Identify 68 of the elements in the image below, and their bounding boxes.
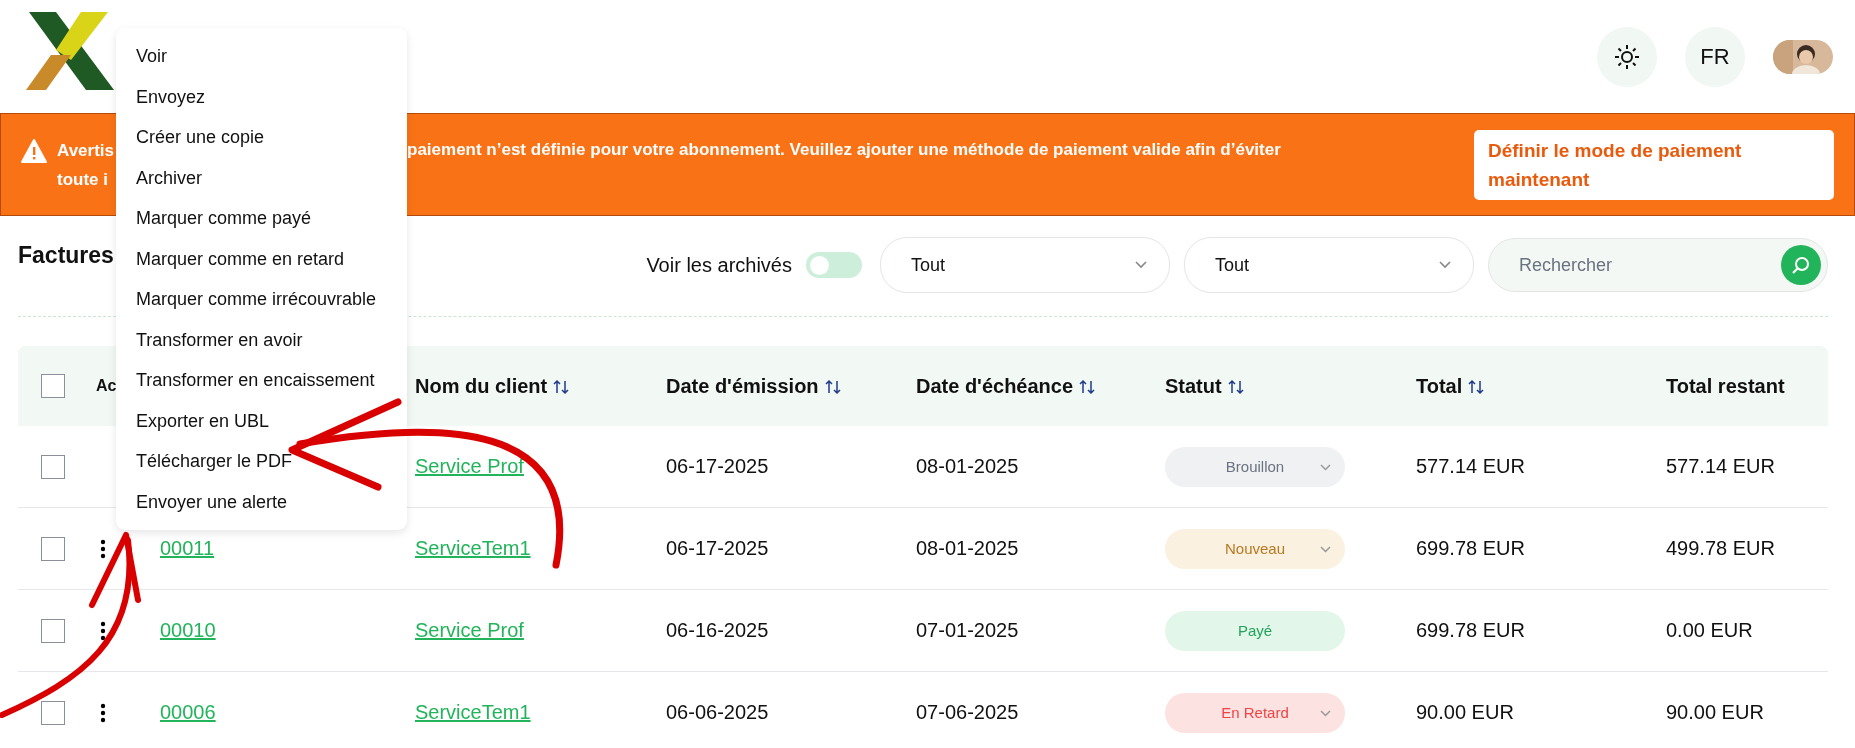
menu-item[interactable]: Voir xyxy=(116,36,407,77)
menu-item[interactable]: Archiver xyxy=(116,157,407,198)
chevron-icon xyxy=(1320,545,1331,553)
column-header[interactable]: Ac xyxy=(96,377,117,395)
chevron-icon xyxy=(1135,261,1147,269)
filter-select[interactable]: Tout xyxy=(1184,237,1474,293)
language-button[interactable]: FR xyxy=(1685,26,1745,87)
chevron-icon xyxy=(1320,463,1331,471)
warning-text: toute i xyxy=(57,168,108,191)
column-header[interactable]: Date d'émission xyxy=(666,374,841,398)
set-payment-button[interactable]: Définir le mode de paiement maintenant xyxy=(1474,129,1834,200)
sort-icon[interactable] xyxy=(1468,378,1485,395)
table-cell: 0.00 EUR xyxy=(1666,619,1753,642)
warning-text: paiement n’est définie pour votre abonnement. Veuillez ajouter une méthode de paiement valide afin d’éviter xyxy=(407,139,1282,161)
row-checkbox[interactable] xyxy=(41,618,65,643)
page-title: Factures xyxy=(18,241,114,269)
status-select[interactable]: Brouillon xyxy=(1165,446,1345,487)
table-cell: 08-01-2025 xyxy=(916,455,1019,478)
table-cell: 06-16-2025 xyxy=(666,619,769,642)
table-cell: 577.14 EUR xyxy=(1666,455,1775,478)
row-checkbox[interactable] xyxy=(41,700,65,725)
table-cell: 07-01-2025 xyxy=(916,619,1019,642)
menu-item[interactable]: Transformer en avoir xyxy=(116,319,407,360)
chevron-icon xyxy=(1320,709,1331,717)
menu-item[interactable]: Télécharger le PDF xyxy=(116,441,407,482)
warning-text: Avertis xyxy=(57,139,114,162)
search-icon xyxy=(1791,255,1811,275)
column-header[interactable]: Total xyxy=(1416,374,1485,398)
menu-item[interactable]: Exporter en UBL xyxy=(116,400,407,441)
menu-item[interactable]: Envoyez xyxy=(116,76,407,117)
select-all-checkbox[interactable] xyxy=(41,374,65,398)
menu-item[interactable]: Créer une copie xyxy=(116,117,407,158)
table-cell: 06-06-2025 xyxy=(666,701,769,724)
more-icon[interactable] xyxy=(100,620,106,641)
archived-toggle[interactable] xyxy=(806,252,862,278)
more-icon[interactable] xyxy=(100,538,106,559)
table-cell: 90.00 EUR xyxy=(1416,701,1514,724)
archived-label: Voir les archivés xyxy=(646,253,792,277)
table-cell: 90.00 EUR xyxy=(1666,701,1764,724)
menu-item[interactable]: Transformer en encaissement xyxy=(116,360,407,401)
table-cell: 699.78 EUR xyxy=(1416,619,1525,642)
sort-icon[interactable] xyxy=(824,378,841,395)
row-checkbox[interactable] xyxy=(41,454,65,479)
table-cell: 06-17-2025 xyxy=(666,455,769,478)
filter-select[interactable]: Tout xyxy=(880,237,1170,293)
column-header[interactable]: Total restant xyxy=(1666,374,1785,398)
table-cell: 499.78 EUR xyxy=(1666,537,1775,560)
search-field[interactable]: Rechercher xyxy=(1488,238,1828,292)
warning-icon xyxy=(21,139,47,163)
more-icon[interactable] xyxy=(100,702,106,723)
table-cell: 07-06-2025 xyxy=(916,701,1019,724)
chevron-icon xyxy=(1439,261,1451,269)
menu-item[interactable]: Marquer comme en retard xyxy=(116,238,407,279)
sort-icon[interactable] xyxy=(553,378,570,395)
column-header[interactable]: Nom du client xyxy=(415,374,570,398)
column-header[interactable]: Date d'échéance xyxy=(916,374,1096,398)
table-cell: 06-17-2025 xyxy=(666,537,769,560)
column-header[interactable]: Statut xyxy=(1165,374,1244,398)
menu-item[interactable]: Marquer comme payé xyxy=(116,198,407,239)
sort-icon[interactable] xyxy=(1079,378,1096,395)
menu-item[interactable]: Marquer comme irrécouvrable xyxy=(116,279,407,320)
sun-icon xyxy=(1614,43,1640,70)
menu-item[interactable]: Envoyer une alerte xyxy=(116,481,407,522)
table-cell: 577.14 EUR xyxy=(1416,455,1525,478)
sort-icon[interactable] xyxy=(1227,378,1244,395)
row-checkbox[interactable] xyxy=(41,536,65,561)
table-cell: 699.78 EUR xyxy=(1416,537,1525,560)
table-cell: 08-01-2025 xyxy=(916,537,1019,560)
